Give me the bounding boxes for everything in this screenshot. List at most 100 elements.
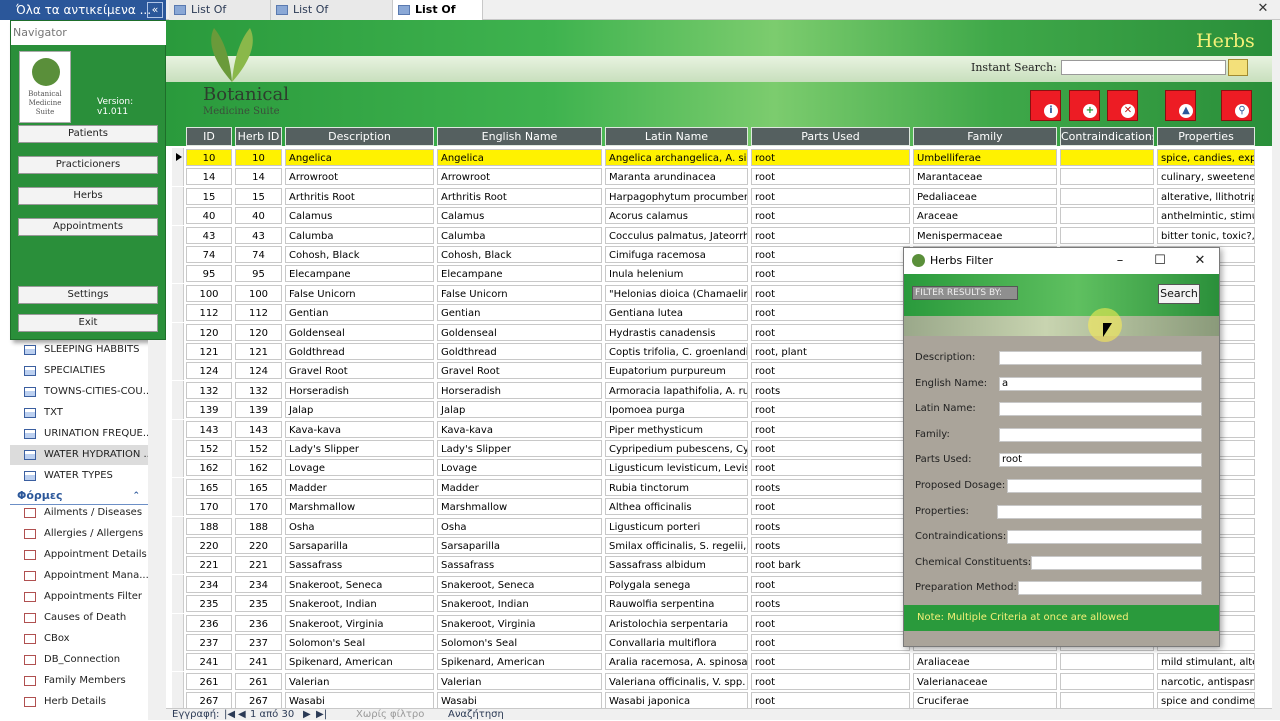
cell-parts-used[interactable]: root bark [751, 556, 910, 574]
cell-latin-name[interactable]: Armoracia lapathifolia, A. rus [605, 381, 748, 399]
cell-herb-id[interactable]: 221 [235, 556, 282, 574]
cell-english-name[interactable]: Snakeroot, Virginia [437, 614, 602, 632]
column-header-parts-used[interactable]: Parts Used [751, 127, 910, 146]
cell-id[interactable]: 74 [186, 246, 232, 263]
cell-parts-used[interactable]: root [751, 672, 910, 690]
cell-herb-id[interactable]: 143 [235, 420, 282, 438]
cell-latin-name[interactable]: Althea officinalis [605, 498, 748, 516]
record-selector[interactable] [172, 167, 184, 187]
cell-english-name[interactable]: Calamus [437, 207, 602, 225]
filter-input[interactable]: a [999, 376, 1202, 391]
record-selector[interactable] [172, 458, 184, 478]
cell-latin-name[interactable]: Eupatorium purpureum [605, 362, 748, 380]
minimize-icon[interactable]: – [1111, 252, 1129, 270]
form-item[interactable]: Family Members [10, 671, 150, 691]
cell-english-name[interactable]: Lady's Slipper [437, 440, 602, 457]
cell-herb-id[interactable]: 234 [235, 575, 282, 593]
cell-latin-name[interactable]: Sassafrass albidum [605, 556, 748, 574]
cell-properties[interactable]: narcotic, antispasm [1157, 672, 1255, 690]
record-selector[interactable] [172, 225, 184, 245]
cell-latin-name[interactable]: Gentiana lutea [605, 304, 748, 322]
cell-latin-name[interactable]: Cimifuga racemosa [605, 246, 748, 263]
cell-description[interactable]: Madder [285, 478, 434, 496]
cell-latin-name[interactable]: Coptis trifolia, C. groenlandic [605, 343, 748, 360]
cell-family[interactable]: Araceae [913, 207, 1057, 225]
cell-id[interactable]: 100 [186, 284, 232, 302]
record-selector[interactable] [172, 439, 184, 458]
cell-latin-name[interactable]: Hydrastis canadensis [605, 323, 748, 341]
cell-id[interactable]: 188 [186, 517, 232, 535]
column-header-description[interactable]: Description [285, 127, 434, 146]
cell-family[interactable]: Valerianaceae [913, 672, 1057, 690]
cell-parts-used[interactable]: root [751, 634, 910, 651]
cell-herb-id[interactable]: 95 [235, 265, 282, 283]
cell-latin-name[interactable]: Polygala senega [605, 575, 748, 593]
cell-latin-name[interactable]: Ligusticum porteri [605, 517, 748, 535]
cell-english-name[interactable]: Valerian [437, 672, 602, 690]
column-header-id[interactable]: ID [186, 127, 232, 146]
table-item[interactable]: WATER HYDRATION ... [10, 445, 150, 465]
cell-family[interactable]: Umbelliferae [913, 149, 1057, 166]
cell-id[interactable]: 121 [186, 343, 232, 360]
cell-properties[interactable]: spice, candies, expe [1157, 149, 1255, 166]
record-selector[interactable] [172, 477, 184, 497]
cell-description[interactable]: Cohosh, Black [285, 246, 434, 263]
cell-description[interactable]: Gentian [285, 304, 434, 322]
cell-parts-used[interactable]: root [751, 304, 910, 322]
record-selector[interactable] [172, 264, 184, 284]
cell-description[interactable]: Valerian [285, 672, 434, 690]
cell-family[interactable]: Marantaceae [913, 168, 1057, 186]
cell-latin-name[interactable]: Convallaria multiflora [605, 634, 748, 651]
cell-description[interactable]: Calamus [285, 207, 434, 225]
cell-parts-used[interactable]: root [751, 440, 910, 457]
cell-parts-used[interactable]: root [751, 653, 910, 671]
maximize-icon[interactable]: ☐ [1151, 252, 1169, 270]
cell-english-name[interactable]: Marshmallow [437, 498, 602, 516]
record-selector[interactable] [172, 380, 184, 400]
cell-description[interactable]: Snakeroot, Indian [285, 595, 434, 613]
cell-family[interactable]: Menispermaceae [913, 226, 1057, 244]
cell-parts-used[interactable]: root [751, 149, 910, 166]
cell-herb-id[interactable]: 14 [235, 168, 282, 186]
table-item[interactable]: WATER TYPES [10, 466, 150, 486]
cell-english-name[interactable]: Goldthread [437, 343, 602, 360]
record-selector[interactable] [172, 148, 184, 167]
cell-properties[interactable]: mild stimulant, alte [1157, 653, 1255, 671]
cell-latin-name[interactable]: Maranta arundinacea [605, 168, 748, 186]
exit-button[interactable]: Exit [18, 314, 158, 332]
cell-description[interactable]: Spikenard, American [285, 653, 434, 671]
column-header-properties[interactable]: Properties [1157, 127, 1255, 146]
cell-english-name[interactable]: Osha [437, 517, 602, 535]
navigation-scrollbar[interactable] [148, 340, 166, 720]
cell-english-name[interactable]: Wasabi [437, 692, 602, 710]
cell-description[interactable]: Gravel Root [285, 362, 434, 380]
filter-input[interactable] [999, 351, 1202, 365]
cell-description[interactable]: Goldthread [285, 343, 434, 360]
cell-description[interactable]: Calumba [285, 226, 434, 244]
table-row[interactable]: 241 241 Spikenard, American Spikenard, Amer… [166, 652, 1272, 672]
cell-contraindications[interactable] [1060, 207, 1154, 225]
cell-herb-id[interactable]: 261 [235, 672, 282, 690]
cell-english-name[interactable]: Gravel Root [437, 362, 602, 380]
cell-id[interactable]: 162 [186, 459, 232, 477]
record-selector[interactable] [172, 613, 184, 633]
cell-latin-name[interactable]: Wasabi japonica [605, 692, 748, 710]
cell-id[interactable]: 152 [186, 440, 232, 457]
search-button[interactable]: Search [1158, 284, 1200, 304]
cell-description[interactable]: Marshmallow [285, 498, 434, 516]
cell-id[interactable]: 235 [186, 595, 232, 613]
cell-parts-used[interactable]: root [751, 498, 910, 516]
cell-parts-used[interactable]: root [751, 187, 910, 205]
table-row[interactable]: 43 43 Calumba Calumba Cocculus palmatus, Jat… [166, 225, 1272, 245]
cell-id[interactable]: 143 [186, 420, 232, 438]
cell-description[interactable]: Jalap [285, 401, 434, 419]
record-selector[interactable] [172, 536, 184, 555]
cell-herb-id[interactable]: 162 [235, 459, 282, 477]
cell-latin-name[interactable]: Cypripedium pubescens, Cyp [605, 440, 748, 457]
cell-id[interactable]: 261 [186, 672, 232, 690]
cell-description[interactable]: Osha [285, 517, 434, 535]
cell-english-name[interactable]: False Unicorn [437, 284, 602, 302]
filter-input[interactable] [1007, 479, 1202, 493]
column-header-contraindications[interactable]: Contraindications [1060, 127, 1154, 146]
cell-id[interactable]: 165 [186, 478, 232, 496]
